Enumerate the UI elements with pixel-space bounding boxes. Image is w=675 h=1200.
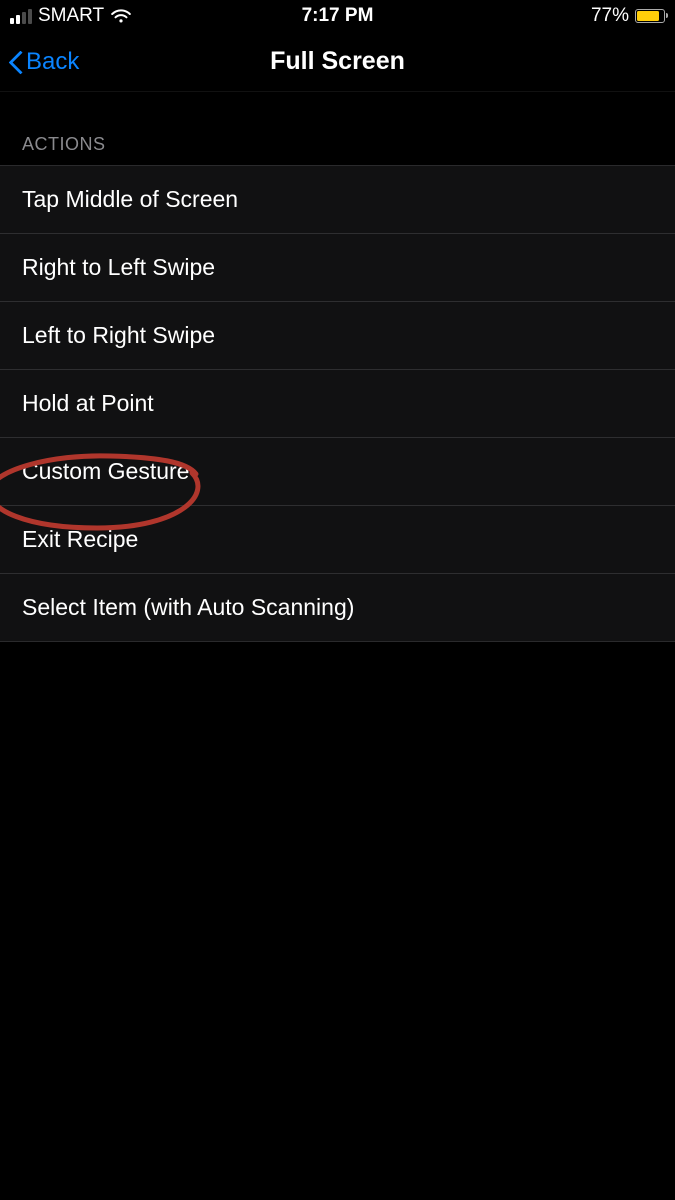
- wifi-icon: [110, 8, 132, 24]
- status-left: SMART: [10, 5, 132, 27]
- list-item-tap-middle[interactable]: Tap Middle of Screen: [0, 166, 675, 234]
- list-item-label: Select Item (with Auto Scanning): [22, 594, 354, 620]
- list-item-label: Left to Right Swipe: [22, 322, 215, 348]
- page-title: Full Screen: [270, 47, 405, 76]
- back-button[interactable]: Back: [0, 47, 79, 77]
- actions-list: Tap Middle of Screen Right to Left Swipe…: [0, 165, 675, 642]
- carrier-label: SMART: [38, 5, 104, 27]
- battery-icon: [635, 9, 665, 23]
- status-bar: SMART 7:17 PM 77%: [0, 0, 675, 32]
- list-item-hold-at-point[interactable]: Hold at Point: [0, 370, 675, 438]
- list-item-select-item-auto-scanning[interactable]: Select Item (with Auto Scanning): [0, 574, 675, 641]
- chevron-left-icon: [6, 47, 24, 77]
- list-item-label: Hold at Point: [22, 390, 154, 416]
- list-item-left-to-right-swipe[interactable]: Left to Right Swipe: [0, 302, 675, 370]
- cellular-signal-icon: [10, 9, 32, 24]
- back-button-label: Back: [26, 48, 79, 76]
- status-time: 7:17 PM: [302, 5, 374, 27]
- list-item-label: Tap Middle of Screen: [22, 186, 238, 212]
- list-item-label: Right to Left Swipe: [22, 254, 215, 280]
- nav-bar: Back Full Screen: [0, 32, 675, 92]
- list-item-label: Custom Gesture: [22, 458, 189, 484]
- status-right: 77%: [591, 5, 665, 27]
- list-item-label: Exit Recipe: [22, 526, 138, 552]
- list-item-custom-gesture[interactable]: Custom Gesture: [0, 438, 675, 506]
- list-item-exit-recipe[interactable]: Exit Recipe: [0, 506, 675, 574]
- section-header-actions: ACTIONS: [0, 134, 675, 165]
- battery-percent-label: 77%: [591, 5, 629, 27]
- list-item-right-to-left-swipe[interactable]: Right to Left Swipe: [0, 234, 675, 302]
